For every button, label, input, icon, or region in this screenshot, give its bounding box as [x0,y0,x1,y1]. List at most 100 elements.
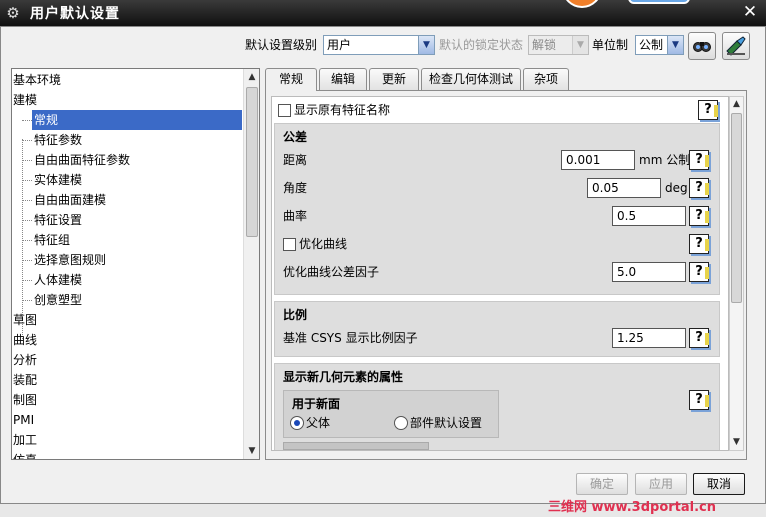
manage-defaults-button[interactable] [722,32,750,60]
settings-scrollbar[interactable]: ▲ ▼ [729,96,744,451]
help-icon[interactable]: ? [689,150,709,170]
curvature-input[interactable] [612,206,686,226]
tolerance-group: 公差 距离 mm 公制 ? 角度 deg ? 曲率 ? 优化曲线 ? 优化曲线公… [274,123,720,295]
part-default-radio-label: 部件默认设置 [410,416,483,430]
default-level-label: 默认设置级别 [245,38,318,52]
new-geometry-title: 显示新几何元素的属性 [283,370,404,384]
chevron-down-icon[interactable]: ▼ [418,36,434,54]
new-geometry-group: 显示新几何元素的属性 用于新面 父体 部件默认设置 ? [274,363,720,450]
scroll-thumb[interactable] [731,113,742,303]
csys-scale-label: 基准 CSYS 显示比例因子 [283,331,418,345]
scroll-thumb[interactable] [246,87,258,237]
tree-item-general[interactable]: 常规 [22,110,242,130]
tree-item-freeform-modeling[interactable]: 自由曲面建模 [21,190,106,210]
tolerance-title: 公差 [283,130,308,144]
settings-content: 显示原有特征名称 ? 公差 距离 mm 公制 ? 角度 deg ? 曲率 ? 优… [271,96,729,451]
chevron-down-icon: ▼ [572,36,588,54]
lock-status-value: 解锁 [532,38,557,52]
optimize-factor-input[interactable] [612,262,686,282]
lock-status-label: 默认的锁定状态 [439,38,524,52]
decorative-orange-shape [562,0,602,8]
scroll-up-icon[interactable]: ▲ [244,69,259,85]
watermark: 三维网 www.3dportal.cn [548,500,717,515]
optimize-curve-checkbox[interactable] [283,238,296,251]
tab-edit[interactable]: 编辑 [319,68,367,90]
angle-input[interactable] [587,178,661,198]
settings-gear-icon[interactable]: ⚙ [4,4,22,22]
scale-title: 比例 [283,308,308,322]
tab-check-geometry-test[interactable]: 检查几何体测试 [421,68,521,90]
user-defaults-dialog: 默认设置级别 用户 ▼ 默认的锁定状态 解锁 ▼ 单位制 公制 ▼ 基本环境 建… [0,26,766,504]
scroll-down-icon[interactable]: ▼ [244,443,259,459]
decorative-blue-shape [628,0,690,4]
parent-radio[interactable] [290,416,304,430]
cancel-button[interactable]: 取消 [693,473,745,495]
window-title: 用户默认设置 [30,6,120,22]
tree-item-selection-intent-rules[interactable]: 选择意图规则 [21,250,106,270]
tree-item-manufacturing[interactable]: 加工 [13,430,37,450]
tree-item-simulation[interactable]: 仿真 [13,450,37,459]
scale-group: 比例 基准 CSYS 显示比例因子 ? [274,301,720,357]
show-original-name-label: 显示原有特征名称 [294,103,391,117]
angle-unit: deg [665,181,688,195]
scroll-down-icon[interactable]: ▼ [730,435,743,450]
parent-radio-label: 父体 [306,416,331,430]
tree-item-realize-shape[interactable]: 创意塑型 [21,290,82,310]
distance-label: 距离 [283,153,308,167]
optimize-factor-label: 优化曲线公差因子 [283,265,380,279]
distance-input[interactable] [561,150,635,170]
tab-miscellaneous[interactable]: 杂项 [523,68,569,90]
scroll-up-icon[interactable]: ▲ [730,97,743,112]
optimize-curve-label: 优化曲线 [299,237,348,251]
find-default-button[interactable] [688,32,716,60]
help-icon[interactable]: ? [689,178,709,198]
csys-scale-input[interactable] [612,328,686,348]
help-icon[interactable]: ? [698,100,718,120]
tree-item-basic-environment[interactable]: 基本环境 [13,70,61,90]
curvature-label: 曲率 [283,209,308,223]
tree-item-feature-settings[interactable]: 特征设置 [21,210,82,230]
tree-connector-line [22,139,23,339]
help-icon[interactable]: ? [689,234,709,254]
category-tree[interactable]: 基本环境 建模 常规 特征参数 自由曲面特征参数 实体建模 自由曲面建模 特征设… [11,68,260,460]
tree-item-pmi[interactable]: PMI [13,410,34,430]
manage-current-settings-icon [726,36,746,56]
tree-item-human-modeling[interactable]: 人体建模 [21,270,82,290]
help-icon[interactable]: ? [689,328,709,348]
tree-item-sketch[interactable]: 草图 [13,310,37,330]
next-subgroup-edge [283,442,429,450]
default-level-select[interactable]: 用户 ▼ [323,35,435,55]
help-icon[interactable]: ? [689,262,709,282]
tree-item-analysis[interactable]: 分析 [13,350,37,370]
help-icon[interactable]: ? [689,206,709,226]
tree-item-modeling[interactable]: 建模 [13,90,37,110]
tree-item-solid-modeling[interactable]: 实体建模 [21,170,82,190]
close-icon[interactable]: ✕ [740,2,760,22]
tree-item-feature-group[interactable]: 特征组 [21,230,70,250]
binoculars-icon [693,42,711,52]
title-bar: ⚙ 用户默认设置 ✕ [0,0,766,26]
tree-item-freeform-feature-parameters[interactable]: 自由曲面特征参数 [21,150,130,170]
angle-label: 角度 [283,181,308,195]
apply-button[interactable]: 应用 [635,473,687,495]
default-level-value: 用户 [327,38,352,52]
part-default-radio[interactable] [394,416,408,430]
distance-unit: mm 公制 [639,153,691,167]
lock-status-select: 解锁 ▼ [528,35,589,55]
tree-item-assembly[interactable]: 装配 [13,370,37,390]
unit-system-label: 单位制 [592,38,629,52]
tree-item-curve[interactable]: 曲线 [13,330,37,350]
help-icon[interactable]: ? [689,390,709,410]
tab-general[interactable]: 常规 [265,68,317,91]
new-face-title: 用于新面 [292,397,341,411]
ok-button[interactable]: 确定 [576,473,628,495]
settings-panel: 显示原有特征名称 ? 公差 距离 mm 公制 ? 角度 deg ? 曲率 ? 优… [265,90,747,460]
unit-system-select[interactable]: 公制 ▼ [635,35,684,55]
tree-item-drafting[interactable]: 制图 [13,390,37,410]
chevron-down-icon[interactable]: ▼ [667,36,683,54]
tab-update[interactable]: 更新 [369,68,419,90]
tree-item-feature-parameters[interactable]: 特征参数 [21,130,82,150]
tree-scrollbar[interactable]: ▲ ▼ [243,69,259,459]
show-original-name-checkbox[interactable] [278,104,291,117]
new-face-subgroup: 用于新面 父体 部件默认设置 [283,390,499,438]
